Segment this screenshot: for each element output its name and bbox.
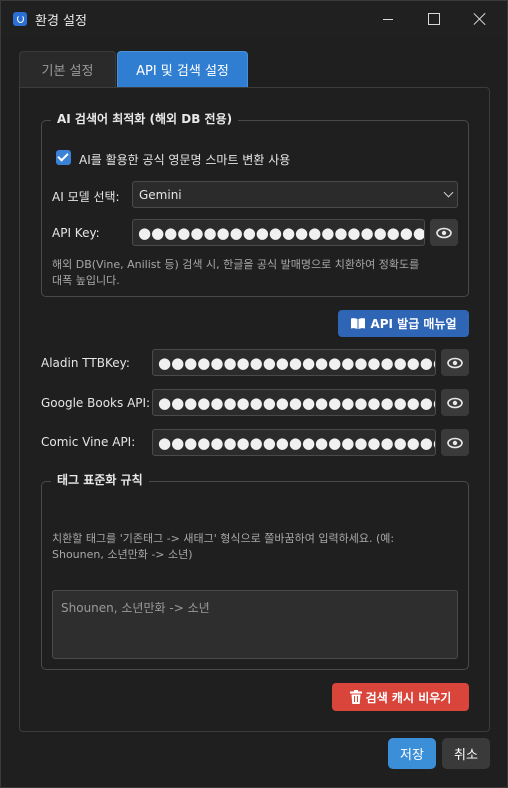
maximize-button[interactable] (411, 1, 457, 37)
eye-icon (447, 437, 463, 448)
tag-help-line2: Shounen, 소년만화 -> 소년) (52, 548, 193, 561)
tab-basic-settings[interactable]: 기본 설정 (19, 51, 116, 87)
window-title: 환경 설정 (35, 14, 87, 29)
title-bar[interactable]: 환경 설정 (1, 1, 507, 37)
close-icon (474, 13, 486, 25)
ai-model-label: AI 모델 선택: (52, 190, 120, 204)
api-key-label: API Key: (52, 226, 100, 240)
comic-vine-key-toggle-button[interactable] (441, 429, 469, 456)
eye-icon (436, 227, 452, 238)
aladin-key-input[interactable]: ●●●●●●●●●●●●●●●●●●●●●●●●●●●●●● (152, 349, 436, 376)
eye-icon (447, 357, 463, 368)
ai-help-text: 해외 DB(Vine, Anilist 등) 검색 시, 한글을 공식 발매명으… (52, 257, 419, 289)
tag-group-title: 태그 표준화 규칙 (51, 471, 149, 488)
save-button[interactable]: 저장 (388, 738, 436, 769)
ai-smart-convert-checkbox[interactable] (56, 150, 71, 165)
api-manual-label: API 발급 매뉴얼 (370, 317, 457, 331)
tag-rules-textarea[interactable]: Shounen, 소년만화 -> 소년 (52, 590, 458, 659)
google-books-key-toggle-button[interactable] (441, 389, 469, 416)
ai-api-key-toggle-button[interactable] (430, 219, 458, 246)
ai-api-key-input[interactable]: ●●●●●●●●●●●●●●●●●●●●●●●●●●●●●● (132, 219, 425, 246)
google-books-key-input[interactable]: ●●●●●●●●●●●●●●●●●●●●●●●●●●●●●● (152, 389, 436, 416)
ai-model-select[interactable]: Gemini (132, 181, 458, 208)
tag-help-line1: 치환할 태그를 '기존태그 -> 새태그' 형식으로 쫄바꿈하여 입력하세요. … (52, 532, 395, 545)
cancel-button[interactable]: 취소 (442, 738, 490, 769)
ai-help-line2: 대폭 높입니다. (52, 274, 120, 287)
clear-cache-button[interactable]: 검색 캐시 비우기 (332, 683, 469, 711)
comic-vine-key-label: Comic Vine API: (41, 435, 136, 449)
ai-model-value: Gemini (139, 187, 182, 202)
settings-window: 환경 설정 기본 설정 API 및 검색 설정 AI 검색어 최적화 (해외 D… (0, 0, 508, 788)
close-button[interactable] (457, 1, 503, 37)
chevron-down-icon (443, 187, 454, 198)
google-books-key-label: Google Books API: (41, 396, 151, 410)
aladin-key-label: Aladin TTBKey: (41, 356, 130, 370)
comic-vine-key-input[interactable]: ●●●●●●●●●●●●●●●●●●●●●●●●●●●●●● (152, 429, 436, 456)
clear-cache-label: 검색 캐시 비우기 (365, 690, 452, 705)
eye-icon (447, 397, 463, 408)
aladin-key-toggle-button[interactable] (441, 349, 469, 376)
ai-group-title: AI 검색어 최적화 (해외 DB 전용) (51, 110, 239, 127)
tab-api-search-settings[interactable]: API 및 검색 설정 (117, 51, 248, 87)
ai-smart-convert-label: AI를 활용한 공식 영문명 스마트 변환 사용 (79, 153, 291, 167)
api-manual-button[interactable]: API 발급 매뉴얼 (338, 310, 469, 337)
minimize-button[interactable] (365, 1, 411, 37)
maximize-icon (428, 13, 440, 25)
minimize-icon (383, 18, 393, 20)
trash-icon (349, 690, 362, 704)
book-icon (351, 318, 366, 329)
app-icon (13, 12, 27, 26)
ai-help-line1: 해외 DB(Vine, Anilist 등) 검색 시, 한글을 공식 발매명으… (52, 258, 420, 271)
tag-help-text: 치환할 태그를 '기존태그 -> 새태그' 형식으로 쫄바꿈하여 입력하세요. … (52, 531, 394, 563)
